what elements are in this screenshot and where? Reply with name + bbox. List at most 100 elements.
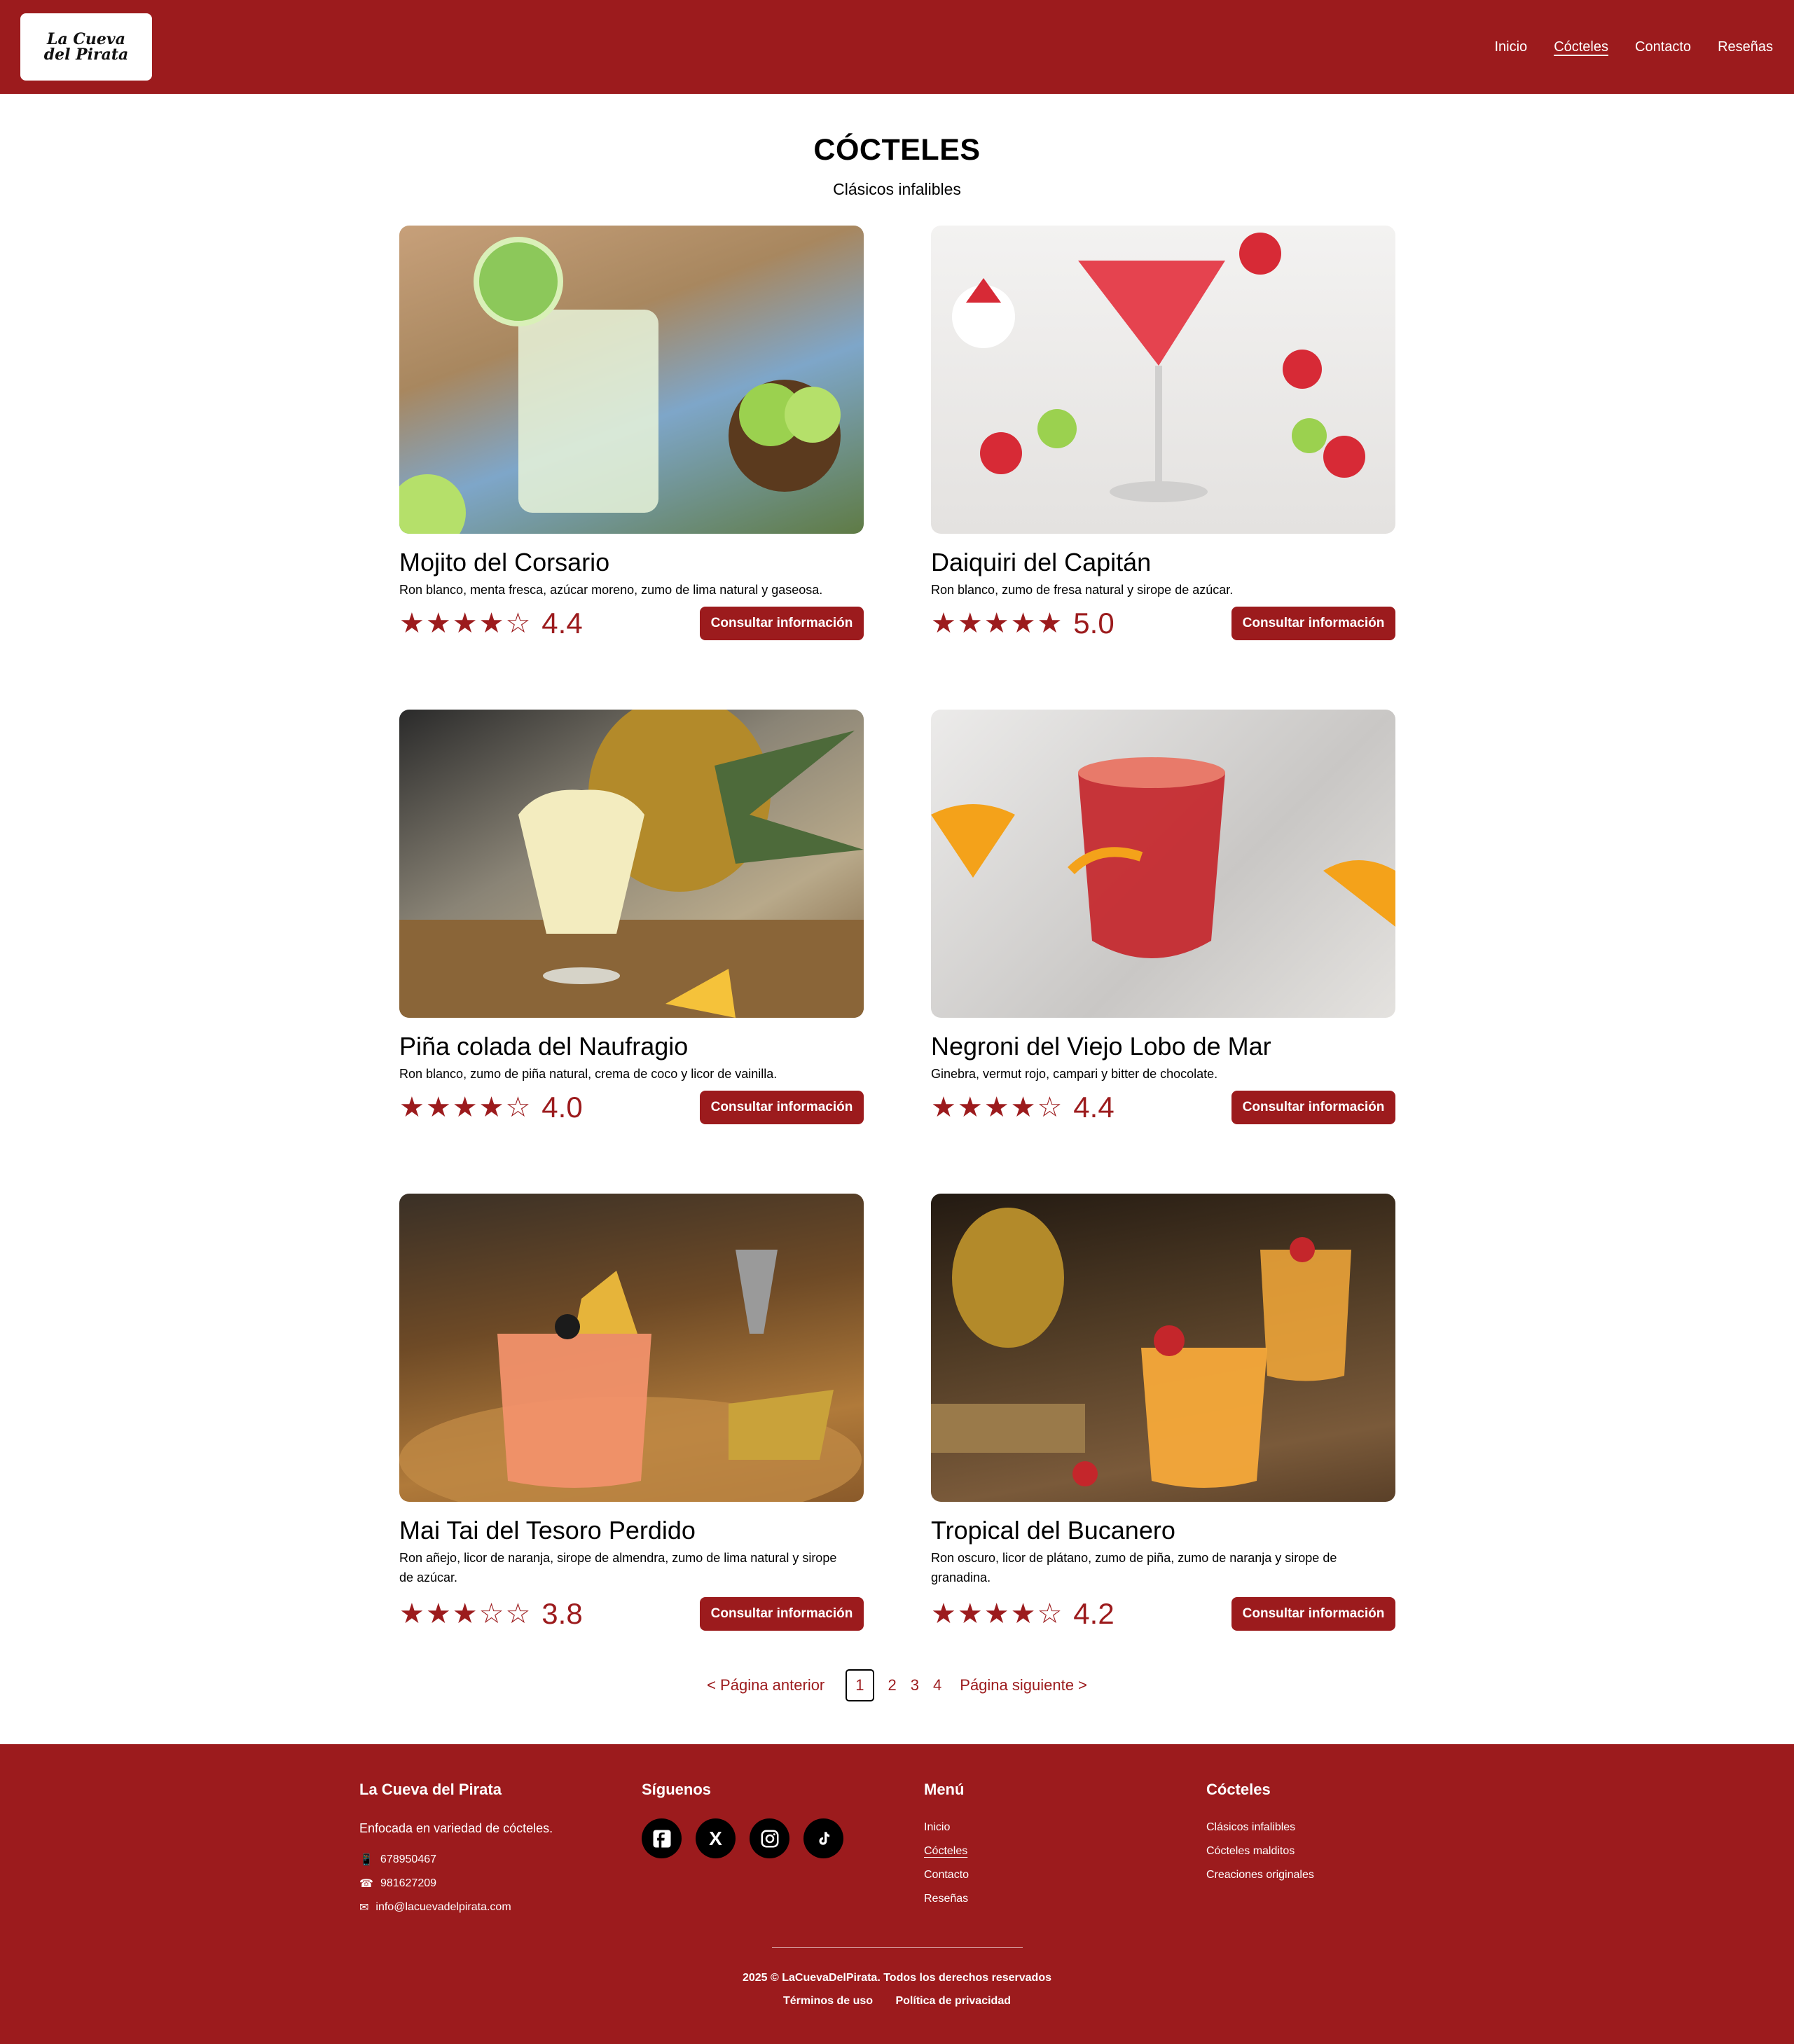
footer-menu: Menú Inicio Cócteles Contacto Reseñas [924, 1781, 969, 1917]
stars-icon: ★★★★★ [931, 608, 1064, 639]
footer-email: ✉ info@lacuevadelpirata.com [359, 1900, 553, 1914]
stars-icon: ★★★★☆ [931, 1598, 1064, 1629]
pagination: < Página anterior 1 2 3 4 Página siguien… [0, 1669, 1794, 1701]
pina-colada-illustration [399, 710, 864, 1018]
cocktail-name: Tropical del Bucanero [931, 1516, 1175, 1545]
rating-stars: ★★★★★ 5.0 [931, 607, 1115, 640]
negroni-illustration [931, 757, 1395, 958]
cocktail-description: Ron oscuro, licor de plátano, zumo de pi… [931, 1551, 1337, 1584]
cocktail-description: Ginebra, vermut rojo, campari y bitter d… [931, 1067, 1218, 1081]
consultar-info-button[interactable]: Consultar información [1231, 1091, 1395, 1124]
cocktail-image-daiquiri[interactable] [931, 226, 1395, 534]
footer-brand: La Cueva del Pirata Enfocada en variedad… [359, 1781, 553, 1914]
phone-icon: ☎ [359, 1878, 373, 1890]
footer-cocktails-clasicos[interactable]: Clásicos infalibles [1206, 1821, 1314, 1834]
footer-cocktails-title: Cócteles [1206, 1781, 1271, 1798]
nav-contacto[interactable]: Contacto [1635, 39, 1691, 55]
cocktail-description: Ron blanco, zumo de piña natural, crema … [399, 1067, 778, 1081]
site-logo[interactable]: La Cueva del Pirata [20, 13, 152, 81]
cocktail-image-mojito[interactable] [399, 226, 864, 534]
legal-links: Términos de uso Política de privacidad [0, 1995, 1794, 2008]
cocktail-image-pina-colada[interactable] [399, 710, 864, 1018]
instagram-icon[interactable] [750, 1818, 789, 1858]
stars-icon: ★★★☆☆ [399, 1598, 532, 1629]
nav-inicio[interactable]: Inicio [1494, 39, 1527, 55]
rating-value: 3.8 [541, 1597, 583, 1630]
prev-page-link[interactable]: < Página anterior [707, 1676, 824, 1694]
cocktail-image-negroni[interactable] [931, 710, 1395, 1018]
rating-stars: ★★★☆☆ 3.8 [399, 1597, 583, 1631]
page-subtitle: Clásicos infalibles [833, 180, 961, 198]
page-2[interactable]: 2 [888, 1676, 897, 1694]
rating-value: 4.0 [541, 1091, 583, 1124]
nav-cocteles[interactable]: Cócteles [1554, 39, 1608, 55]
site-header: La Cueva del Pirata Inicio Cócteles Cont… [0, 0, 1794, 94]
rating-value: 4.4 [1073, 1091, 1115, 1124]
footer-mobile-number[interactable]: 678950467 [380, 1853, 436, 1866]
cocktail-grid: Mojito del Corsario Ron blanco, menta fr… [399, 226, 1395, 1678]
footer-brand-title: La Cueva del Pirata [359, 1781, 502, 1798]
footer-social-title: Síguenos [642, 1781, 712, 1798]
page-title: CÓCTELES [813, 133, 981, 167]
page-3[interactable]: 3 [911, 1676, 919, 1694]
footer-phone: ☎ 981627209 [359, 1877, 553, 1891]
logo-text-top: La Cueva [47, 30, 125, 48]
daiquiri-illustration [952, 233, 1365, 502]
next-page-link[interactable]: Página siguiente > [960, 1676, 1087, 1694]
cocktail-name: Mojito del Corsario [399, 548, 610, 576]
footer-email-address[interactable]: info@lacuevadelpirata.com [375, 1901, 511, 1914]
x-icon[interactable]: X [696, 1818, 736, 1858]
cocktail-card: Negroni del Viejo Lobo de Mar Ginebra, v… [931, 710, 1395, 1194]
copyright: 2025 © LaCuevaDelPirata. Todos los derec… [742, 1972, 1051, 1984]
mobile-phone-icon: 📱 [359, 1854, 373, 1866]
mojito-illustration [399, 237, 841, 534]
cocktail-name: Piña colada del Naufragio [399, 1032, 689, 1061]
privacy-link[interactable]: Política de privacidad [895, 1995, 1011, 2007]
main-nav: Inicio Cócteles Contacto Reseñas [1494, 0, 1773, 94]
rating-value: 4.4 [541, 607, 583, 640]
footer-menu-contacto[interactable]: Contacto [924, 1869, 969, 1881]
consultar-info-button[interactable]: Consultar información [700, 1597, 864, 1631]
footer-menu-inicio[interactable]: Inicio [924, 1821, 969, 1834]
footer-phone-number[interactable]: 981627209 [380, 1877, 436, 1890]
site-footer: La Cueva del Pirata Enfocada en variedad… [0, 1744, 1794, 2044]
stars-icon: ★★★★☆ [931, 1092, 1064, 1123]
page-heading: CÓCTELES Clásicos infalibles [0, 94, 1794, 199]
stars-icon: ★★★★☆ [399, 608, 532, 639]
nav-resenas[interactable]: Reseñas [1718, 39, 1773, 55]
terms-link[interactable]: Términos de uso [783, 1995, 873, 2007]
consultar-info-button[interactable]: Consultar información [1231, 607, 1395, 640]
page-4[interactable]: 4 [933, 1676, 941, 1694]
cocktail-description: Ron blanco, menta fresca, azúcar moreno,… [399, 583, 823, 597]
footer-menu-cocteles[interactable]: Cócteles [924, 1845, 969, 1858]
stars-icon: ★★★★☆ [399, 1092, 532, 1123]
cocktail-name: Negroni del Viejo Lobo de Mar [931, 1032, 1271, 1061]
page-1[interactable]: 1 [846, 1669, 874, 1701]
rating-stars: ★★★★☆ 4.4 [931, 1091, 1115, 1124]
cocktail-name: Daiquiri del Capitán [931, 548, 1152, 576]
cocktail-card: Piña colada del Naufragio Ron blanco, zu… [399, 710, 864, 1194]
footer-mobile: 📱 678950467 [359, 1853, 553, 1867]
cocktail-name: Mai Tai del Tesoro Perdido [399, 1516, 696, 1545]
consultar-info-button[interactable]: Consultar información [1231, 1597, 1395, 1631]
consultar-info-button[interactable]: Consultar información [700, 607, 864, 640]
footer-cocktails: Cócteles Clásicos infalibles Cócteles ma… [1206, 1781, 1314, 1893]
cocktail-description: Ron añejo, licor de naranja, sirope de a… [399, 1551, 837, 1584]
cocktail-description: Ron blanco, zumo de fresa natural y siro… [931, 583, 1234, 597]
cocktail-image-mai-tai[interactable] [399, 1194, 864, 1502]
facebook-icon[interactable] [642, 1818, 682, 1858]
footer-cocktails-malditos[interactable]: Cócteles malditos [1206, 1845, 1314, 1858]
footer-menu-title: Menú [924, 1781, 965, 1798]
cocktail-image-tropical[interactable] [931, 1194, 1395, 1502]
cocktail-card: Tropical del Bucanero Ron oscuro, licor … [931, 1194, 1395, 1678]
footer-cocktails-originales[interactable]: Creaciones originales [1206, 1869, 1314, 1881]
consultar-info-button[interactable]: Consultar información [700, 1091, 864, 1124]
footer-menu-resenas[interactable]: Reseñas [924, 1893, 969, 1905]
footer-brand-text: Enfocada en variedad de cócteles. [359, 1821, 553, 1835]
rating-value: 5.0 [1073, 607, 1115, 640]
footer-divider [772, 1947, 1023, 1948]
logo-text-bottom: del Pirata [43, 46, 129, 64]
rating-stars: ★★★★☆ 4.4 [399, 607, 583, 640]
tiktok-icon[interactable] [803, 1818, 843, 1858]
tropical-illustration [931, 1208, 1351, 1488]
